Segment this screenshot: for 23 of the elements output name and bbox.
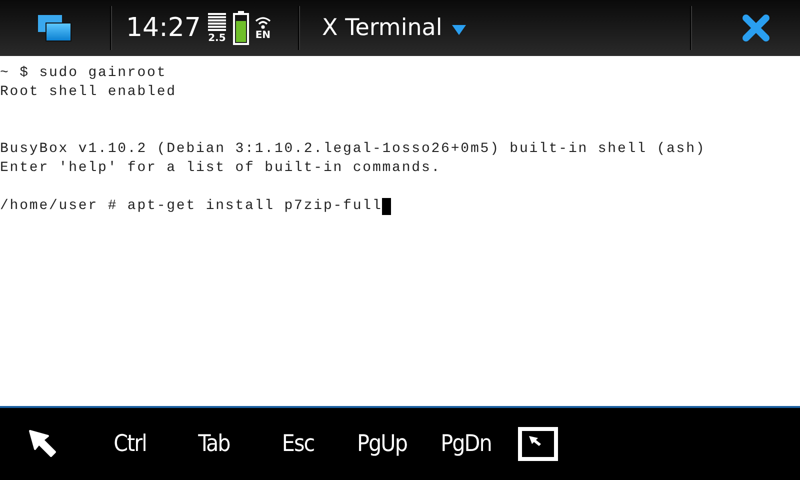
terminal-line: Enter 'help' for a list of built-in commands. [0,159,442,178]
caret-icon [452,25,466,35]
fullscreen-icon[interactable] [518,427,558,461]
terminal-line: BusyBox v1.10.2 (Debian 3:1.10.2.legal-1osso26+0m5) built-in shell (ash) [0,140,706,159]
close-icon[interactable] [742,14,770,42]
task-switcher-icon[interactable] [37,14,73,42]
network-type-label: 2.5 [208,32,226,44]
terminal-line: Root shell enabled [0,83,176,102]
key-button[interactable]: PgDn [424,431,508,457]
key-button[interactable]: Tab [172,431,256,457]
terminal-line: ~ $ sudo gainroot [0,64,167,83]
key-button[interactable]: PgUp [340,431,424,457]
key-button[interactable]: Esc [256,431,340,457]
terminal-line: /home/user # apt-get install p7zip-full [0,197,382,216]
language-label: EN [255,30,271,40]
battery-icon [232,11,249,45]
signal-bars-icon [206,12,227,32]
pointer-icon[interactable] [28,429,58,459]
key-button[interactable]: Ctrl [88,431,172,457]
wifi-icon [254,16,271,30]
clock: 14:27 [126,13,201,43]
app-title-menu[interactable]: X Terminal [300,0,690,56]
terminal-output[interactable]: ~ $ sudo gainroot Root shell enabled BusyBox v1.10.2 (Debian 3:1.10.2.legal-1osso26+0m5) built-in shell (ash) Enter 'help' for a list of built-in commands. /home/user # apt-get install p7zip-full [0,56,800,408]
